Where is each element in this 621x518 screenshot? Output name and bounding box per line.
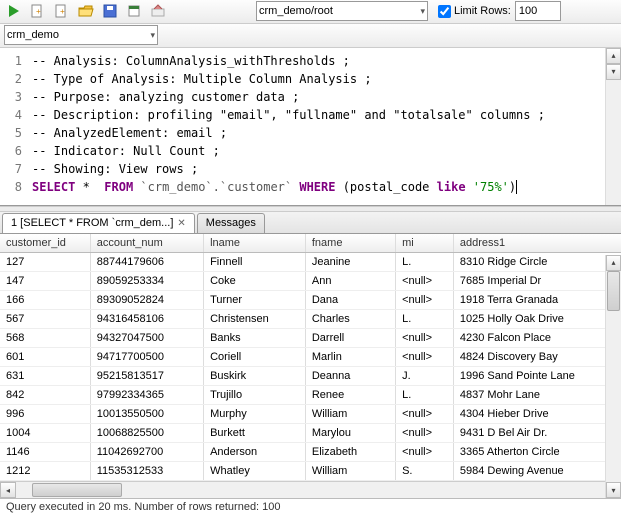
table-row[interactable]: 12788744179606FinnellJeanineL.8310 Ridge… <box>0 253 621 272</box>
col-header[interactable]: lname <box>204 234 306 253</box>
close-icon[interactable]: ✕ <box>177 218 185 229</box>
main-toolbar: + + crm_demo/root ▾ Limit Rows: <box>0 0 621 24</box>
svg-text:+: + <box>60 7 65 16</box>
tab-results-label: 1 [SELECT * FROM `crm_dem...] <box>11 217 173 229</box>
save-icon[interactable] <box>100 1 120 21</box>
chevron-down-icon: ▾ <box>420 6 425 17</box>
tab-results[interactable]: 1 [SELECT * FROM `crm_dem...] ✕ <box>2 213 195 233</box>
hscroll-track[interactable] <box>16 482 605 498</box>
vscroll-track[interactable] <box>606 271 621 482</box>
status-bar: Query executed in 20 ms. Number of rows … <box>0 498 621 518</box>
table-row[interactable]: 114611042692700AndersonElizabeth<null>33… <box>0 443 621 462</box>
scroll-up-icon[interactable]: ▴ <box>606 255 621 271</box>
table-row[interactable]: 84297992334365TrujilloReneeL.4837 Mohr L… <box>0 386 621 405</box>
limit-rows-input[interactable] <box>515 1 561 21</box>
limit-rows-label: Limit Rows: <box>454 5 511 17</box>
chevron-down-icon: ▾ <box>150 30 155 41</box>
tab-messages[interactable]: Messages <box>197 213 265 233</box>
grid-vscrollbar[interactable]: ▴ ▾ <box>605 255 621 498</box>
col-header[interactable]: mi <box>396 234 454 253</box>
col-header[interactable]: account_num <box>90 234 203 253</box>
table-row[interactable]: 56794316458106ChristensenCharlesL.1025 H… <box>0 310 621 329</box>
scroll-down-icon[interactable]: ▾ <box>606 482 621 498</box>
col-header[interactable]: fname <box>305 234 395 253</box>
col-header[interactable]: customer_id <box>0 234 90 253</box>
table-row[interactable]: 14789059253334CokeAnn<null>7685 Imperial… <box>0 272 621 291</box>
sql-editor[interactable]: 12345678 -- Analysis: ColumnAnalysis_wit… <box>0 48 621 206</box>
tab-messages-label: Messages <box>206 217 256 229</box>
col-header[interactable]: address1 <box>453 234 621 253</box>
table-row[interactable]: 56894327047500BanksDarrell<null>4230 Fal… <box>0 329 621 348</box>
svg-text:+: + <box>36 7 41 16</box>
limit-rows-check-input[interactable] <box>438 5 451 18</box>
scroll-down-icon[interactable]: ▾ <box>606 64 621 80</box>
open-icon[interactable] <box>76 1 96 21</box>
schema-combo-value: crm_demo <box>7 29 59 41</box>
limit-rows-checkbox[interactable]: Limit Rows: <box>438 5 511 18</box>
clear-icon[interactable] <box>148 1 168 21</box>
editor-gutter: 12345678 <box>0 48 26 205</box>
new-sql2-icon[interactable]: + <box>52 1 72 21</box>
table-row[interactable]: 100410068825500BurkettMarylou<null>9431 … <box>0 424 621 443</box>
table-row[interactable]: 60194717700500CoriellMarlin<null>4824 Di… <box>0 348 621 367</box>
editor-code[interactable]: -- Analysis: ColumnAnalysis_withThreshol… <box>26 48 605 205</box>
table-row[interactable]: 63195215813517BuskirkDeannaJ.1996 Sand P… <box>0 367 621 386</box>
connection-combo-value: crm_demo/root <box>259 5 333 17</box>
table-row[interactable]: 99610013550500MurphyWilliam<null>4304 Hi… <box>0 405 621 424</box>
result-tabs: 1 [SELECT * FROM `crm_dem...] ✕ Messages <box>0 212 621 234</box>
hscroll-thumb[interactable] <box>32 483 122 497</box>
vscroll-thumb[interactable] <box>607 271 620 311</box>
table-row[interactable]: 16689309052824TurnerDana<null>1918 Terra… <box>0 291 621 310</box>
new-sql-icon[interactable]: + <box>28 1 48 21</box>
scroll-left-icon[interactable]: ◂ <box>0 482 16 498</box>
run-icon[interactable] <box>4 1 24 21</box>
editor-vscrollbar[interactable]: ▴ ▾ <box>605 48 621 205</box>
scroll-up-icon[interactable]: ▴ <box>606 48 621 64</box>
status-text: Query executed in 20 ms. Number of rows … <box>6 501 281 513</box>
connection-combo[interactable]: crm_demo/root ▾ <box>256 1 428 21</box>
schema-combo[interactable]: crm_demo ▾ <box>4 25 158 45</box>
results-grid-scroll[interactable]: customer_idaccount_numlnamefnamemiaddres… <box>0 234 621 481</box>
results-grid-wrap: customer_idaccount_numlnamefnamemiaddres… <box>0 234 621 498</box>
grid-hscrollbar[interactable]: ◂ ▸ <box>0 481 621 498</box>
schema-toolbar: crm_demo ▾ <box>0 24 621 48</box>
table-row[interactable]: 121211535312533WhatleyWilliamS.5984 Dewi… <box>0 462 621 481</box>
results-grid[interactable]: customer_idaccount_numlnamefnamemiaddres… <box>0 234 621 481</box>
export-icon[interactable] <box>124 1 144 21</box>
